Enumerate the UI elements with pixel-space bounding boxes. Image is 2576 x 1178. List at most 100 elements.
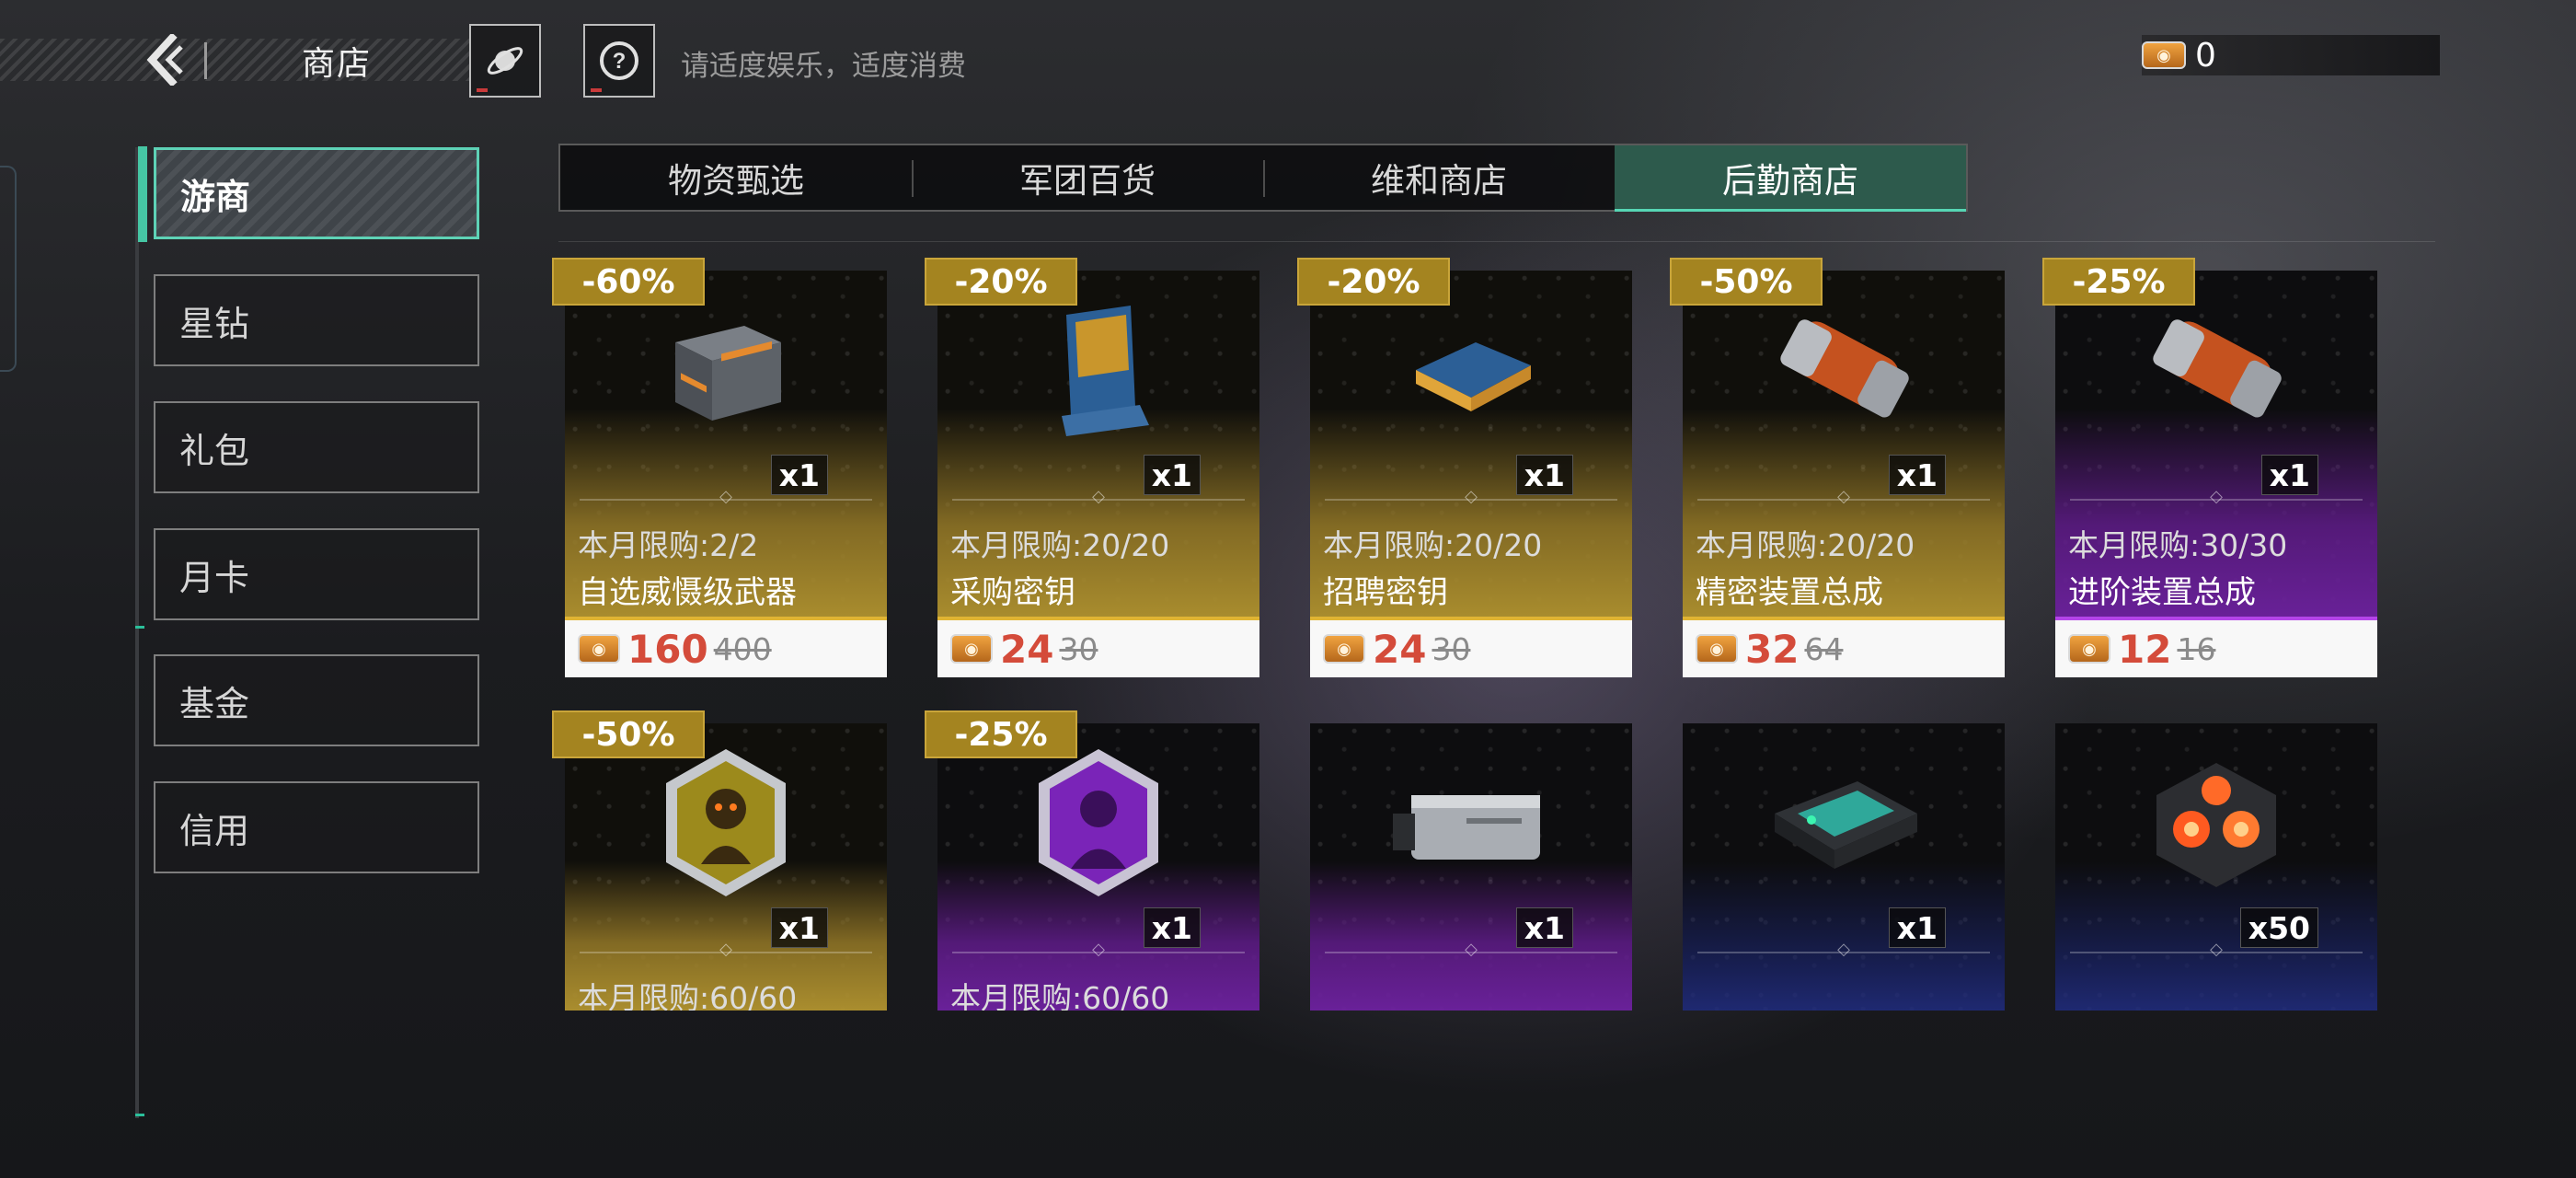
ticket-coin-icon: ◉ (950, 634, 993, 664)
ticket-coin-icon: ◉ (1696, 634, 1738, 664)
header-divider (204, 42, 207, 79)
shop-item-card[interactable]: x1 (1683, 723, 2005, 1011)
price-row: ◉ 24 30 (1310, 620, 1632, 677)
purchase-limit: 本月限购:30/30 (2068, 527, 2288, 563)
price-row: ◉ 24 30 (937, 620, 1259, 677)
purchase-limit: 本月限购:20/20 (1696, 527, 1915, 563)
planet-button[interactable] (469, 24, 541, 98)
canister-icon (2138, 310, 2294, 433)
rail-tick (135, 626, 144, 629)
tab-underline (558, 241, 2435, 242)
nav-rail (135, 147, 144, 1118)
keycard-icon (1034, 296, 1163, 447)
nav-item-star-diamond[interactable]: 星钻 (154, 274, 479, 366)
battery-icon (1384, 772, 1558, 877)
discount-badge: -60% (552, 258, 705, 306)
original-price: 30 (1059, 630, 1098, 667)
nav-item-monthly-card[interactable]: 月卡 (154, 528, 479, 620)
discount-badge: -20% (925, 258, 1077, 306)
currency-display: ◉ 0 (2142, 35, 2440, 75)
shop-item-card[interactable]: x50 (2055, 723, 2377, 1011)
ticket-coin-icon: ◉ (578, 634, 620, 664)
crate-icon (657, 306, 795, 438)
card-separator (1325, 952, 1617, 953)
ticket-coin-icon: ◉ (2142, 41, 2186, 69)
quantity-label: x50 (2239, 907, 2318, 948)
shop-item-card[interactable]: -50% x1 本月限购:20/20 精密装置总成 ◉3264 (1670, 258, 2005, 677)
nav-item-merchant[interactable]: 游商 (138, 146, 479, 242)
page-title: 商店 (302, 45, 373, 83)
current-price: 12 (2118, 626, 2172, 672)
item-name: 招聘密钥 (1323, 574, 1448, 611)
original-price: 30 (1432, 630, 1471, 667)
header-stripe (0, 39, 469, 81)
item-image-area: x1 本月限购:20/20 精密装置总成 (1683, 271, 2005, 620)
card-separator (1325, 499, 1617, 501)
price-row: ◉ 12 16 (2055, 620, 2377, 677)
card-separator (1697, 952, 1990, 953)
item-image-area: x1 (1683, 723, 2005, 1011)
tab-supply-select[interactable]: 物资甄选 (560, 145, 912, 210)
quantity-label: x1 (1515, 907, 1573, 948)
original-price: 64 (1804, 630, 1844, 667)
card-separator (2070, 952, 2363, 953)
current-price: 32 (1745, 626, 1800, 672)
discount-badge: -20% (1297, 258, 1450, 306)
shop-item-card[interactable]: -50% x1 本月限购:60/60 (552, 710, 887, 1011)
item-name: 进阶装置总成 (2068, 574, 2256, 611)
tab-logistics-store[interactable]: 后勤商店 (1615, 145, 1966, 212)
shop-item-card[interactable]: x1 (1310, 723, 1632, 1011)
original-price: 400 (713, 630, 772, 667)
nav-item-fund[interactable]: 基金 (154, 654, 479, 746)
rarity-line (1683, 617, 2005, 620)
core-cube-icon (2147, 754, 2285, 895)
chip-icon (1402, 319, 1540, 424)
shop-item-card[interactable]: -25% x1 本月限购:30/30 进阶装置总成 ◉ 1216 (2042, 258, 2377, 677)
back-button[interactable] (138, 32, 193, 87)
ticket-coin-icon: ◉ (2068, 634, 2110, 664)
side-handle[interactable] (0, 166, 17, 372)
card-separator (952, 952, 1245, 953)
card-separator (580, 499, 872, 501)
quantity-label: x1 (1515, 455, 1573, 495)
category-tabs: 物资甄选 军团百货 维和商店 后勤商店 (558, 144, 1968, 212)
current-price: 160 (627, 626, 708, 672)
chevron-left-icon (146, 34, 183, 86)
card-separator (2070, 499, 2363, 501)
original-price: 16 (2177, 630, 2216, 667)
currency-value: 0 (2195, 36, 2216, 75)
quantity-label: x1 (1888, 907, 1946, 948)
shop-item-card[interactable]: -20% x1 本月限购:20/20 采购密钥 ◉2430 (925, 258, 1259, 677)
price-row: ◉ 32 64 (1683, 620, 2005, 677)
price-row: ◉ 160 400 (565, 620, 887, 677)
quantity-label: x1 (770, 455, 828, 495)
rarity-line (565, 617, 887, 620)
item-image-area: x1 本月限购:20/20 招聘密钥 (1310, 271, 1632, 620)
shop-item-card[interactable]: -25% x1 本月限购:60/60 (925, 710, 1259, 1011)
rarity-line (2055, 617, 2377, 620)
quantity-label: x1 (770, 907, 828, 948)
card-separator (952, 499, 1245, 501)
help-button[interactable]: ? (583, 24, 655, 98)
item-name: 采购密钥 (950, 574, 1075, 611)
ticket-coin-icon: ◉ (1323, 634, 1365, 664)
item-image-area: x1 本月限购:60/60 (565, 723, 887, 1011)
shop-item-card[interactable]: -20% x1 本月限购:20/20 招聘密钥 ◉ 2430 (1297, 258, 1632, 677)
nav-item-credit[interactable]: 信用 (154, 781, 479, 873)
card-separator (580, 952, 872, 953)
current-price: 24 (1373, 626, 1427, 672)
purchase-limit: 本月限购:60/60 (578, 980, 798, 1011)
rail-tick (135, 1114, 144, 1116)
shop-item-card[interactable]: -60% x1 本月限购:2/2 自选威慑级武器 ◉160400 (552, 258, 887, 677)
tab-legion-store[interactable]: 军团百货 (912, 145, 1263, 210)
item-image-area: x1 本月限购:2/2 自选威慑级武器 (565, 271, 887, 620)
rarity-tint (1310, 861, 1632, 1011)
item-name: 精密装置总成 (1696, 574, 1883, 611)
rarity-line (937, 617, 1259, 620)
nav-item-gift-pack[interactable]: 礼包 (154, 401, 479, 493)
hex-badge-purple-icon (1029, 745, 1167, 905)
purchase-limit: 本月限购:20/20 (950, 527, 1170, 563)
current-price: 24 (1000, 626, 1054, 672)
quantity-label: x1 (1143, 455, 1201, 495)
tab-peacekeeping-store[interactable]: 维和商店 (1263, 145, 1615, 210)
